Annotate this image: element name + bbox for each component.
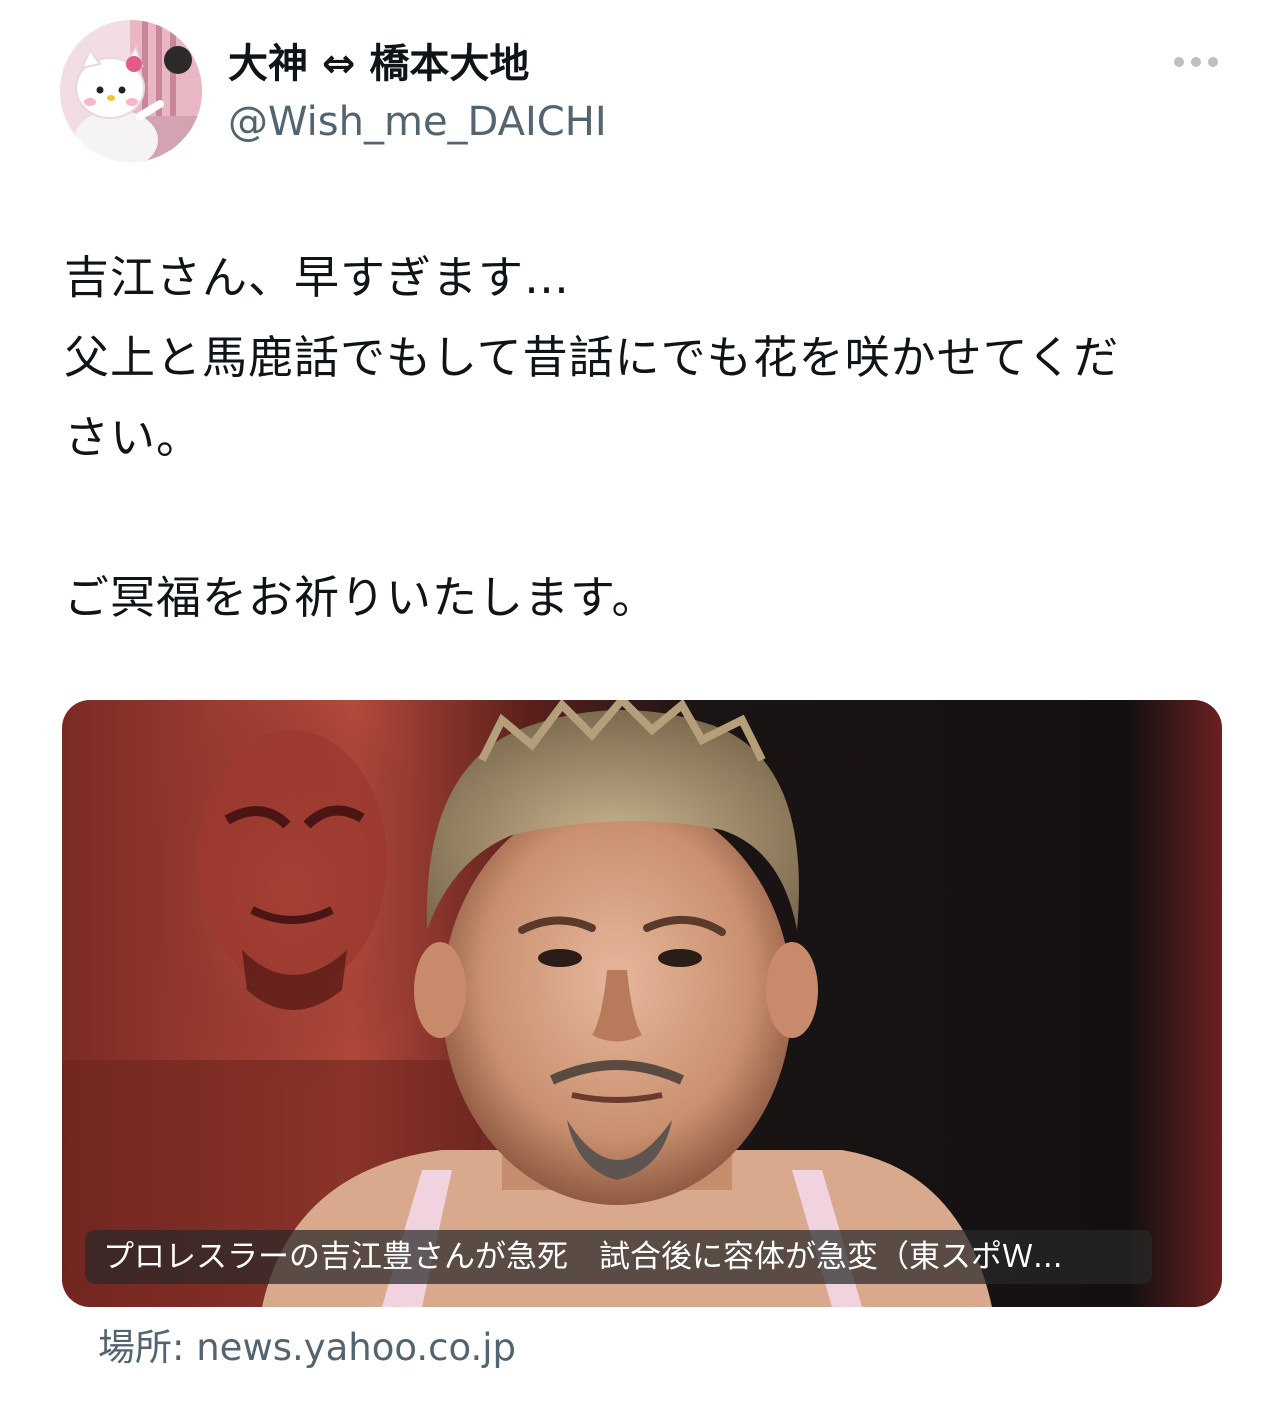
more-horizontal-icon <box>1174 57 1218 67</box>
card-caption: プロレスラーの吉江豊さんが急死 試合後に容体が急変（東スポＷ... <box>85 1230 1152 1284</box>
more-button[interactable] <box>1168 44 1224 80</box>
card-source-link[interactable]: 場所: news.yahoo.co.jp <box>98 1324 516 1372</box>
link-card[interactable]: プロレスラーの吉江豊さんが急死 試合後に容体が急変（東スポＷ... <box>62 700 1222 1307</box>
card-image <box>62 700 1222 1307</box>
tweet-text: 吉江さん、早すぎます… 父上と馬鹿話でもして昔話にでも花を咲かせてくだ さい。 … <box>64 238 1234 638</box>
tweet-line: 吉江さん、早すぎます… <box>64 251 571 304</box>
tweet-line: ご冥福をお祈りいたします。 <box>64 571 658 624</box>
avatar-image <box>60 20 202 162</box>
tweet-line: さい。 <box>64 411 203 464</box>
tweet: 大神 ⇔ 橋本大地 @Wish_me_DAICHI 吉江さん、早すぎます… 父上… <box>0 0 1284 1413</box>
tweet-line: 父上と馬鹿話でもして昔話にでも花を咲かせてくだ <box>64 331 1120 384</box>
avatar[interactable] <box>60 20 202 162</box>
display-name[interactable]: 大神 ⇔ 橋本大地 <box>228 38 529 90</box>
user-handle[interactable]: @Wish_me_DAICHI <box>228 96 607 148</box>
